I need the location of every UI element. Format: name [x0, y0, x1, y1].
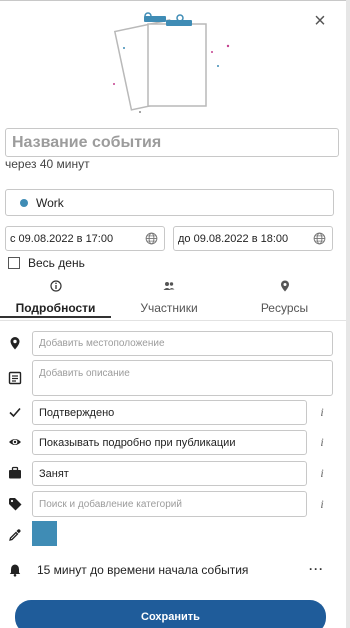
tab-resources-label: Ресурсы — [260, 301, 309, 315]
event-title-input[interactable] — [5, 128, 339, 157]
scrollbar[interactable] — [346, 0, 350, 628]
location-pin-icon — [10, 337, 20, 350]
start-date-text: с 09.08.2022 в 17:00 — [10, 233, 114, 245]
event-color-swatch[interactable] — [32, 521, 57, 546]
busy-info-icon[interactable]: i — [318, 466, 326, 481]
description-input[interactable]: Добавить описание — [32, 360, 333, 396]
briefcase-icon — [9, 466, 21, 479]
globe-icon[interactable] — [313, 232, 326, 245]
end-date-field[interactable]: до 09.08.2022 в 18:00 — [173, 226, 333, 251]
checkbox-box[interactable] — [8, 257, 20, 269]
reminder-text: 15 минут до времени начала события — [37, 563, 249, 577]
visibility-info-icon[interactable]: i — [318, 435, 326, 450]
categories-placeholder: Поиск и добавление категорий — [39, 499, 182, 510]
tab-details-label: Подробности — [15, 301, 96, 315]
active-tab-indicator — [0, 316, 111, 318]
end-date-text: до 09.08.2022 в 18:00 — [178, 233, 289, 245]
calendar-color-dot — [20, 199, 28, 207]
visibility-select[interactable]: Показывать подробно при публикации — [32, 430, 307, 455]
calendar-select[interactable]: Work — [5, 189, 334, 216]
status-info-icon[interactable]: i — [318, 405, 326, 420]
busy-select[interactable]: Занят — [32, 461, 307, 486]
tabs-divider — [0, 320, 350, 321]
categories-info-icon[interactable]: i — [318, 497, 326, 512]
bell-icon — [9, 564, 21, 577]
top-divider — [0, 0, 350, 1]
busy-value: Занят — [39, 468, 69, 480]
start-date-field[interactable]: с 09.08.2022 в 17:00 — [5, 226, 165, 251]
status-select[interactable]: Подтверждено — [32, 400, 307, 425]
tab-participants-label: Участники — [140, 301, 198, 315]
location-placeholder: Добавить местоположение — [39, 338, 165, 349]
eye-icon — [9, 439, 21, 445]
info-icon — [49, 280, 62, 292]
description-placeholder: Добавить описание — [39, 368, 130, 379]
color-picker-icon — [9, 529, 21, 541]
close-icon[interactable]: × — [311, 11, 329, 31]
time-until-hint: через 40 минут — [5, 157, 90, 171]
tag-icon — [9, 498, 22, 511]
tab-resources[interactable]: Ресурсы — [227, 278, 342, 321]
tab-details[interactable]: Подробности — [0, 278, 111, 321]
all-day-label: Весь день — [28, 256, 85, 270]
people-icon — [163, 282, 175, 290]
categories-input[interactable]: Поиск и добавление категорий — [32, 491, 307, 517]
status-value: Подтверждено — [39, 407, 115, 419]
globe-icon[interactable] — [145, 232, 158, 245]
reminder-more-button[interactable]: ··· — [309, 562, 324, 576]
visibility-value: Показывать подробно при публикации — [39, 437, 236, 449]
check-icon — [9, 407, 21, 418]
save-button[interactable]: Сохранить — [15, 600, 326, 628]
location-pin-icon — [280, 280, 289, 292]
calendar-name: Work — [36, 196, 64, 210]
location-input[interactable]: Добавить местоположение — [32, 331, 333, 356]
description-icon — [8, 371, 22, 385]
tab-participants[interactable]: Участники — [111, 278, 227, 321]
clipboard-notes-illustration — [113, 12, 230, 113]
